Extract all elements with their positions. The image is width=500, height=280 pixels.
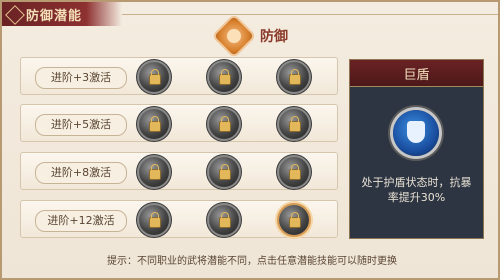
title-tab: 防御潜能: [2, 2, 122, 26]
potential-row: 进阶+5激活: [20, 104, 338, 142]
skill-icon[interactable]: [279, 109, 309, 139]
tip-text: 提示：不同职业的武将潜能不同，点击任意潜能技能可以随时更换: [107, 256, 397, 267]
skill-name: 巨盾: [403, 68, 430, 83]
lock-icon: [289, 69, 301, 85]
lock-icon: [149, 212, 161, 228]
row-label: 进阶+8激活: [35, 162, 127, 184]
skill-detail-card: 巨盾 处于护盾状态时，抗暴率提升30%: [349, 59, 484, 239]
skill-description: 处于护盾状态时，抗暴率提升30%: [361, 176, 472, 204]
lock-icon: [149, 116, 161, 132]
skill-icon[interactable]: [139, 62, 169, 92]
potential-row: 进阶+3激活: [20, 57, 338, 95]
header-divider: [122, 14, 498, 15]
skill-icon[interactable]: [209, 205, 239, 235]
skill-icon[interactable]: [279, 157, 309, 187]
title-diamond-icon: [5, 5, 25, 25]
skill-icon-selected[interactable]: [279, 205, 309, 235]
lock-icon: [219, 164, 231, 180]
row-label: 进阶+3激活: [35, 67, 127, 89]
skill-icon[interactable]: [209, 157, 239, 187]
lock-icon: [289, 212, 301, 228]
skill-icon[interactable]: [209, 109, 239, 139]
lock-icon: [219, 69, 231, 85]
potential-row: 进阶+8激活: [20, 152, 338, 190]
skill-icon[interactable]: [139, 157, 169, 187]
potential-row: 进阶+12激活: [20, 200, 338, 238]
lock-icon: [289, 164, 301, 180]
potential-panel: 防御潜能 防御 进阶+3激活 进阶+5激活 进阶+8激活 进阶+12激活 巨盾 …: [0, 0, 500, 280]
skill-icon[interactable]: [139, 109, 169, 139]
lock-icon: [149, 69, 161, 85]
defense-emblem-icon: [214, 16, 254, 56]
lock-icon: [149, 164, 161, 180]
row-label: 进阶+5激活: [35, 114, 127, 136]
detail-header: 巨盾: [350, 60, 483, 87]
skill-icon[interactable]: [279, 62, 309, 92]
lock-icon: [219, 116, 231, 132]
skill-icon[interactable]: [139, 205, 169, 235]
panel-title: 防御潜能: [26, 9, 83, 24]
skill-icon[interactable]: [209, 62, 239, 92]
category-label: 防御: [260, 29, 288, 45]
giant-shield-icon: [393, 110, 439, 156]
row-label: 进阶+12激活: [35, 210, 127, 232]
lock-icon: [219, 212, 231, 228]
lock-icon: [289, 116, 301, 132]
